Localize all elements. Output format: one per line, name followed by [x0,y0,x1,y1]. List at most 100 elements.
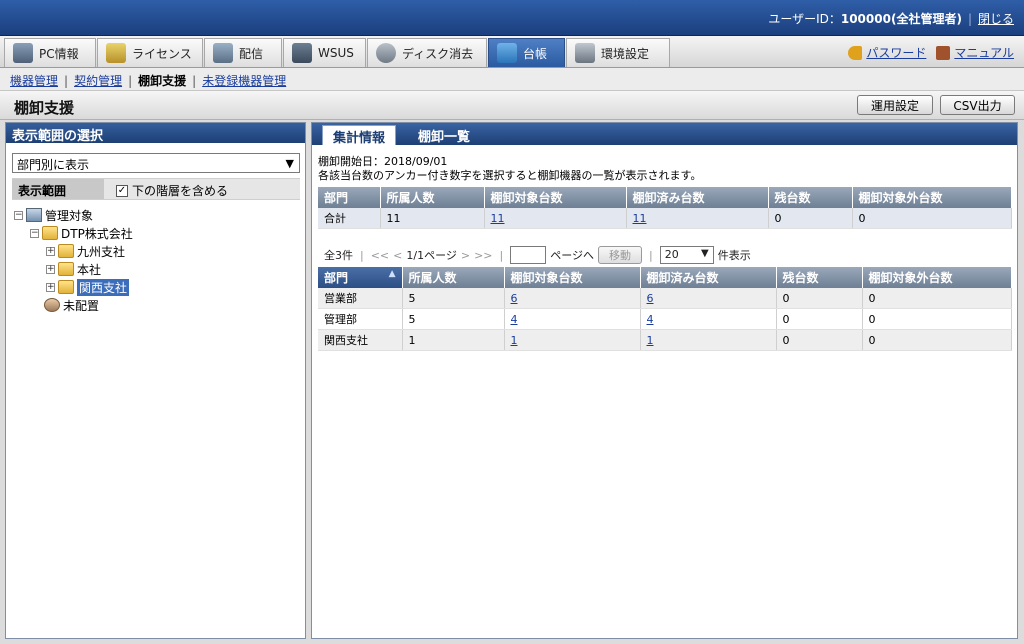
scope-panel: 表示範囲の選択 部門別に表示 ▼ 表示範囲 ✓ 下の階層を含める − 管理対象 … [5,122,306,639]
cell-members: 5 [402,288,505,309]
move-button[interactable]: 移動 [598,246,643,264]
cell-members: 1 [402,329,505,351]
user-id-label: ユーザーID： [768,12,841,26]
manual-link[interactable]: マニュアル [954,44,1014,61]
cell-excluded: 0 [852,208,1012,229]
page-number-input[interactable] [510,246,547,264]
summary-table: 部門 所属人数 棚卸対象台数 棚卸済み台数 残台数 棚卸対象外台数 合計 11 … [318,187,1012,229]
page-title: 棚卸支援 [14,99,75,117]
subnav-unregistered-devices[interactable]: 未登録機器管理 [202,74,286,88]
content-tabs: 集計情報 棚卸一覧 [312,123,1017,146]
per-page-select[interactable]: 20 ▼ [659,246,714,264]
sub-nav: 機器管理 | 契約管理 | 棚卸支援 | 未登録機器管理 [0,68,1024,90]
done-count-link[interactable]: 6 [647,292,654,305]
expand-icon[interactable]: + [46,246,55,256]
distribution-icon [213,43,233,63]
collapse-icon[interactable]: − [30,228,39,238]
cell-done-count: 11 [626,208,769,229]
tab-pc-info[interactable]: PC情報 [4,38,96,67]
instruction-text: 各該当台数のアンカー付き数字を選択すると棚卸機器の一覧が表示されます。 [318,169,702,182]
cell-department: 合計 [318,208,381,229]
tab-wsus-label: WSUS [318,46,354,60]
cell-excluded: 0 [862,329,1012,351]
tree-node-company-label: DTP株式会社 [61,226,133,241]
tab-settings[interactable]: 環境設定 [566,38,670,67]
cell-remaining: 0 [776,288,863,309]
collapse-icon[interactable]: − [14,210,23,220]
subnav-inventory-support: 棚卸支援 [138,74,187,88]
settings-icon [575,43,595,63]
expand-icon[interactable]: + [46,264,55,274]
tab-ledger-label: 台帳 [523,46,548,61]
operation-settings-button[interactable]: 運用設定 [857,95,933,115]
tree-node-branch-honsha-label: 本社 [77,262,102,277]
pc-icon [13,43,33,63]
book-icon [936,45,951,60]
tree-node-root[interactable]: − 管理対象 [14,207,93,223]
col-target-count: 棚卸対象台数 [504,267,641,288]
table-row: 管理部 5 4 4 0 0 [318,308,1012,330]
cell-department: 営業部 [318,288,403,309]
next-page-button[interactable]: > [461,249,470,262]
tab-ledger[interactable]: 台帳 [488,38,565,67]
include-children-option[interactable]: ✓ 下の階層を含める [116,182,228,199]
license-icon [106,43,126,63]
tab-distribution-label: 配信 [239,46,264,61]
csv-export-button[interactable]: CSV出力 [940,95,1015,115]
chevron-down-icon: ▼ [701,248,709,259]
tab-wsus[interactable]: WSUS [283,38,366,67]
cell-done-count: 1 [640,329,777,351]
password-link[interactable]: パスワード [866,44,926,61]
page-indicator: 1/1ページ [406,249,457,262]
target-count-link[interactable]: 1 [511,334,518,347]
col-target-count: 棚卸対象台数 [484,187,627,208]
first-page-button[interactable]: << [371,249,389,262]
per-page-label: 件表示 [717,249,751,262]
result-count: 全3件 [324,249,353,262]
tab-license-label: ライセンス [132,46,192,61]
done-count-link[interactable]: 4 [647,313,654,326]
cell-excluded: 0 [862,288,1012,309]
goto-page-label: ページへ [550,249,595,262]
tab-inventory-list[interactable]: 棚卸一覧 [408,125,480,145]
cell-target-count: 6 [504,288,641,309]
tree-node-branch-kyushu[interactable]: + 九州支社 [46,243,125,259]
cell-department: 管理部 [318,308,403,330]
cell-excluded: 0 [862,308,1012,330]
password-link-group: パスワード [848,44,926,61]
per-page-value: 20 [664,248,679,261]
summary-total-row: 合計 11 11 11 0 0 [318,208,1012,229]
view-mode-select[interactable]: 部門別に表示 ▼ [12,153,300,173]
tab-license[interactable]: ライセンス [97,38,203,67]
target-count-link[interactable]: 11 [491,212,505,225]
include-children-checkbox[interactable]: ✓ [116,184,128,197]
folder-icon [58,244,74,258]
target-count-link[interactable]: 6 [511,292,518,305]
tree-node-unassigned[interactable]: 未配置 [44,297,99,313]
wsus-icon [292,43,312,63]
nav-utility-links: パスワード マニュアル [848,44,1014,61]
info-text: 棚卸開始日：2018/09/01 各該当台数のアンカー付き数字を選択すると棚卸機… [318,155,701,183]
last-page-button[interactable]: >> [474,249,492,262]
tab-summary[interactable]: 集計情報 [322,125,397,146]
tab-pc-info-label: PC情報 [39,46,79,61]
summary-header-row: 部門 所属人数 棚卸対象台数 棚卸済み台数 残台数 棚卸対象外台数 [318,187,1012,208]
prev-page-button[interactable]: < [393,249,402,262]
done-count-link[interactable]: 1 [647,334,654,347]
cell-department: 関西支社 [318,329,403,351]
target-count-link[interactable]: 4 [511,313,518,326]
subnav-device-management[interactable]: 機器管理 [10,74,58,88]
tab-disk-erase[interactable]: ディスク消去 [367,38,487,67]
tree-node-company[interactable]: − DTP株式会社 [30,225,133,241]
folder-icon [58,262,74,276]
tree-node-branch-honsha[interactable]: + 本社 [46,261,101,277]
table-row: 関西支社 1 1 1 0 0 [318,329,1012,351]
include-children-label: 下の階層を含める [132,184,229,198]
tab-distribution[interactable]: 配信 [204,38,282,67]
done-count-link[interactable]: 11 [633,212,647,225]
tree-node-branch-kansai[interactable]: + 関西支社 [46,278,130,296]
col-department-sortable[interactable]: 部門 ▲ [318,267,403,288]
expand-icon[interactable]: + [46,282,55,292]
close-link[interactable]: 閉じる [978,12,1014,26]
subnav-contract-management[interactable]: 契約管理 [74,74,122,88]
